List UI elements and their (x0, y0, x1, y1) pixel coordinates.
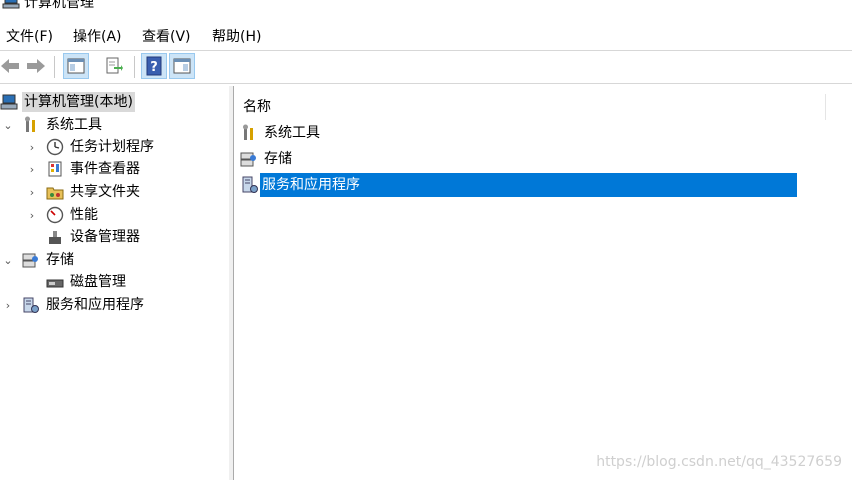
menu-separator (0, 50, 852, 51)
list-item-services-apps[interactable]: 服务和应用程序 (260, 173, 797, 197)
watermark: https://blog.csdn.net/qq_43527659 (596, 454, 842, 470)
computer-management-icon (2, 0, 20, 14)
computer-management-icon (0, 93, 18, 111)
help-icon[interactable]: ? (141, 53, 167, 79)
event-viewer-icon (46, 160, 64, 178)
show-action-pane-icon[interactable] (169, 53, 195, 79)
list-item-system-tools[interactable]: 系统工具 (240, 121, 798, 145)
storage-icon (240, 150, 258, 168)
tree-item-event-viewer[interactable]: 事件查看器 (46, 158, 142, 180)
menu-file[interactable]: 文件(F) (4, 26, 55, 48)
tree-item-disk-management[interactable]: 磁盘管理 (46, 271, 128, 293)
menu-bar: 文件(F) 操作(A) 查看(V) 帮助(H) (0, 26, 852, 48)
tree-item-performance[interactable]: 性能 (46, 204, 100, 226)
window-title: 计算机管理 (24, 0, 94, 11)
tree-item-services-apps[interactable]: 服务和应用程序 (22, 294, 146, 316)
export-list-icon[interactable] (102, 54, 126, 78)
svg-text:?: ? (150, 60, 158, 75)
expand-event-viewer-chevron-icon[interactable]: › (27, 163, 37, 176)
tools-icon (240, 124, 258, 142)
expand-system-tools-chevron-icon[interactable]: ⌄ (3, 119, 13, 132)
menu-view[interactable]: 查看(V) (140, 26, 193, 48)
tools-icon (22, 116, 40, 134)
list-item-storage[interactable]: 存储 (240, 147, 798, 171)
title-bar: 计算机管理 (0, 0, 852, 14)
tree-item-storage[interactable]: 存储 (22, 249, 76, 271)
tree-item-task-scheduler[interactable]: 任务计划程序 (46, 136, 156, 158)
disk-management-icon (46, 273, 64, 291)
expand-services-chevron-icon[interactable]: › (3, 299, 13, 312)
services-apps-icon (22, 296, 40, 314)
column-header-name[interactable]: 名称 (242, 94, 798, 118)
navigation-tree: 计算机管理(本地) ⌄ 系统工具 › 任务计划程序 › 事件查看器 › 共享文件… (0, 86, 230, 480)
menu-action[interactable]: 操作(A) (71, 26, 124, 48)
forward-arrow-icon[interactable] (24, 54, 48, 78)
expand-performance-chevron-icon[interactable]: › (27, 209, 37, 222)
expand-storage-chevron-icon[interactable]: ⌄ (3, 254, 13, 267)
tree-item-system-tools[interactable]: 系统工具 (22, 114, 104, 136)
content-list: 名称 系统工具 存储 服务和应用程序 (234, 86, 852, 480)
expand-shared-folders-chevron-icon[interactable]: › (27, 186, 37, 199)
expand-task-scheduler-chevron-icon[interactable]: › (27, 141, 37, 154)
toolbar: ? (0, 52, 852, 82)
tree-item-shared-folders[interactable]: 共享文件夹 (46, 181, 142, 203)
toolbar-separator (0, 83, 852, 84)
menu-help[interactable]: 帮助(H) (210, 26, 263, 48)
clock-icon (46, 138, 64, 156)
storage-icon (22, 251, 40, 269)
tree-item-computer-management[interactable]: 计算机管理(本地) (0, 91, 135, 113)
column-divider[interactable] (825, 94, 826, 120)
shared-folder-icon (46, 183, 64, 201)
show-hide-tree-icon[interactable] (63, 53, 89, 79)
device-manager-icon (46, 228, 64, 246)
performance-gauge-icon (46, 206, 64, 224)
tree-item-device-manager[interactable]: 设备管理器 (46, 226, 142, 248)
services-apps-icon (241, 175, 259, 199)
back-arrow-icon[interactable] (0, 54, 22, 78)
